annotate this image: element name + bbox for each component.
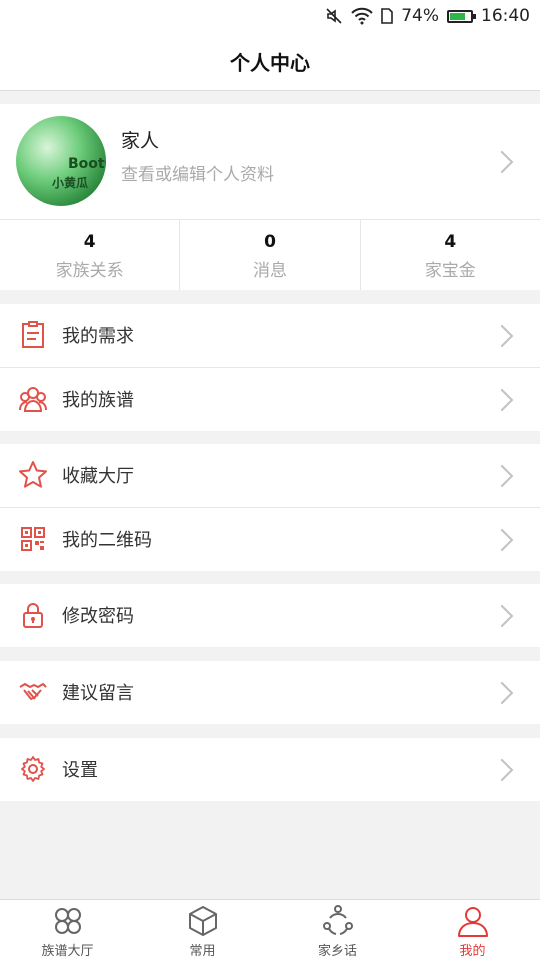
stat-family-treasure[interactable]: 4 家宝金 — [361, 220, 540, 290]
clover-icon — [51, 904, 85, 938]
tab-genealogy-hall[interactable]: 族谱大厅 — [0, 900, 135, 960]
gear-icon — [18, 754, 48, 784]
menu-label: 建议留言 — [62, 683, 134, 704]
tab-hometown-dialect[interactable]: 家乡话 — [270, 900, 405, 960]
avatar-text: Boots — [68, 156, 106, 172]
qr-code-icon — [18, 524, 48, 554]
header: 个人中心 — [0, 32, 540, 91]
share-network-icon — [321, 904, 355, 938]
stat-label: 家族关系 — [55, 261, 124, 281]
stat-label: 家宝金 — [424, 261, 476, 281]
wifi-icon — [351, 7, 373, 25]
tab-mine[interactable]: 我的 — [405, 900, 540, 960]
stat-value: 0 — [264, 232, 276, 252]
chevron-right-icon — [490, 681, 514, 705]
chevron-right-icon — [490, 388, 514, 412]
menu-item-my-genealogy[interactable]: 我的族谱 — [0, 368, 540, 431]
menu-label: 修改密码 — [62, 606, 134, 627]
star-icon — [18, 460, 48, 490]
bottom-tab-bar: 族谱大厅 常用 家乡话 我的 — [0, 899, 540, 960]
tab-label: 族谱大厅 — [41, 944, 94, 959]
chevron-right-icon — [490, 150, 514, 174]
menu-item-change-password[interactable]: 修改密码 — [0, 584, 540, 647]
box-icon — [186, 904, 220, 938]
profile-card[interactable]: Boots 小黄瓜 家人 查看或编辑个人资料 — [0, 104, 540, 220]
document-icon — [18, 320, 48, 350]
battery-percent: 74% — [401, 6, 439, 26]
tab-label: 我的 — [459, 944, 486, 959]
sim-icon — [381, 8, 394, 24]
profile-subtitle: 查看或编辑个人资料 — [121, 165, 274, 185]
chevron-right-icon — [490, 464, 514, 488]
menu-item-my-qr-code[interactable]: 我的二维码 — [0, 508, 540, 571]
person-icon — [456, 904, 490, 938]
menu-item-my-needs[interactable]: 我的需求 — [0, 304, 540, 367]
menu-label: 设置 — [62, 760, 98, 781]
stat-family-relations[interactable]: 4 家族关系 — [0, 220, 181, 290]
page-title: 个人中心 — [230, 50, 310, 75]
chevron-right-icon — [490, 604, 514, 628]
profile-name: 家人 — [121, 130, 160, 152]
stats-bar: 4 家族关系 0 消息 4 家宝金 — [0, 220, 540, 290]
menu-label: 我的需求 — [62, 326, 134, 347]
menu-item-favorites-hall[interactable]: 收藏大厅 — [0, 444, 540, 507]
tab-label: 常用 — [189, 944, 216, 959]
menu-label: 我的族谱 — [62, 390, 134, 411]
status-bar: 74% 16:40 — [0, 0, 540, 32]
clock: 16:40 — [481, 6, 530, 26]
handshake-icon — [18, 677, 48, 707]
mute-icon — [325, 7, 343, 25]
stat-value: 4 — [444, 232, 457, 252]
stat-label: 消息 — [252, 261, 287, 281]
menu-item-settings[interactable]: 设置 — [0, 738, 540, 801]
menu-item-suggestions[interactable]: 建议留言 — [0, 661, 540, 724]
stat-messages[interactable]: 0 消息 — [180, 220, 361, 290]
chevron-right-icon — [490, 528, 514, 552]
stat-value: 4 — [83, 232, 96, 252]
menu-label: 我的二维码 — [62, 530, 152, 551]
family-group-icon — [18, 384, 48, 414]
tab-label: 家乡话 — [317, 944, 357, 959]
tab-common[interactable]: 常用 — [135, 900, 270, 960]
avatar[interactable]: Boots 小黄瓜 — [16, 116, 106, 206]
avatar-text-2: 小黄瓜 — [52, 176, 89, 190]
chevron-right-icon — [490, 758, 514, 782]
menu-label: 收藏大厅 — [62, 466, 134, 487]
battery-icon — [447, 9, 476, 23]
lock-icon — [18, 600, 48, 630]
chevron-right-icon — [490, 324, 514, 348]
